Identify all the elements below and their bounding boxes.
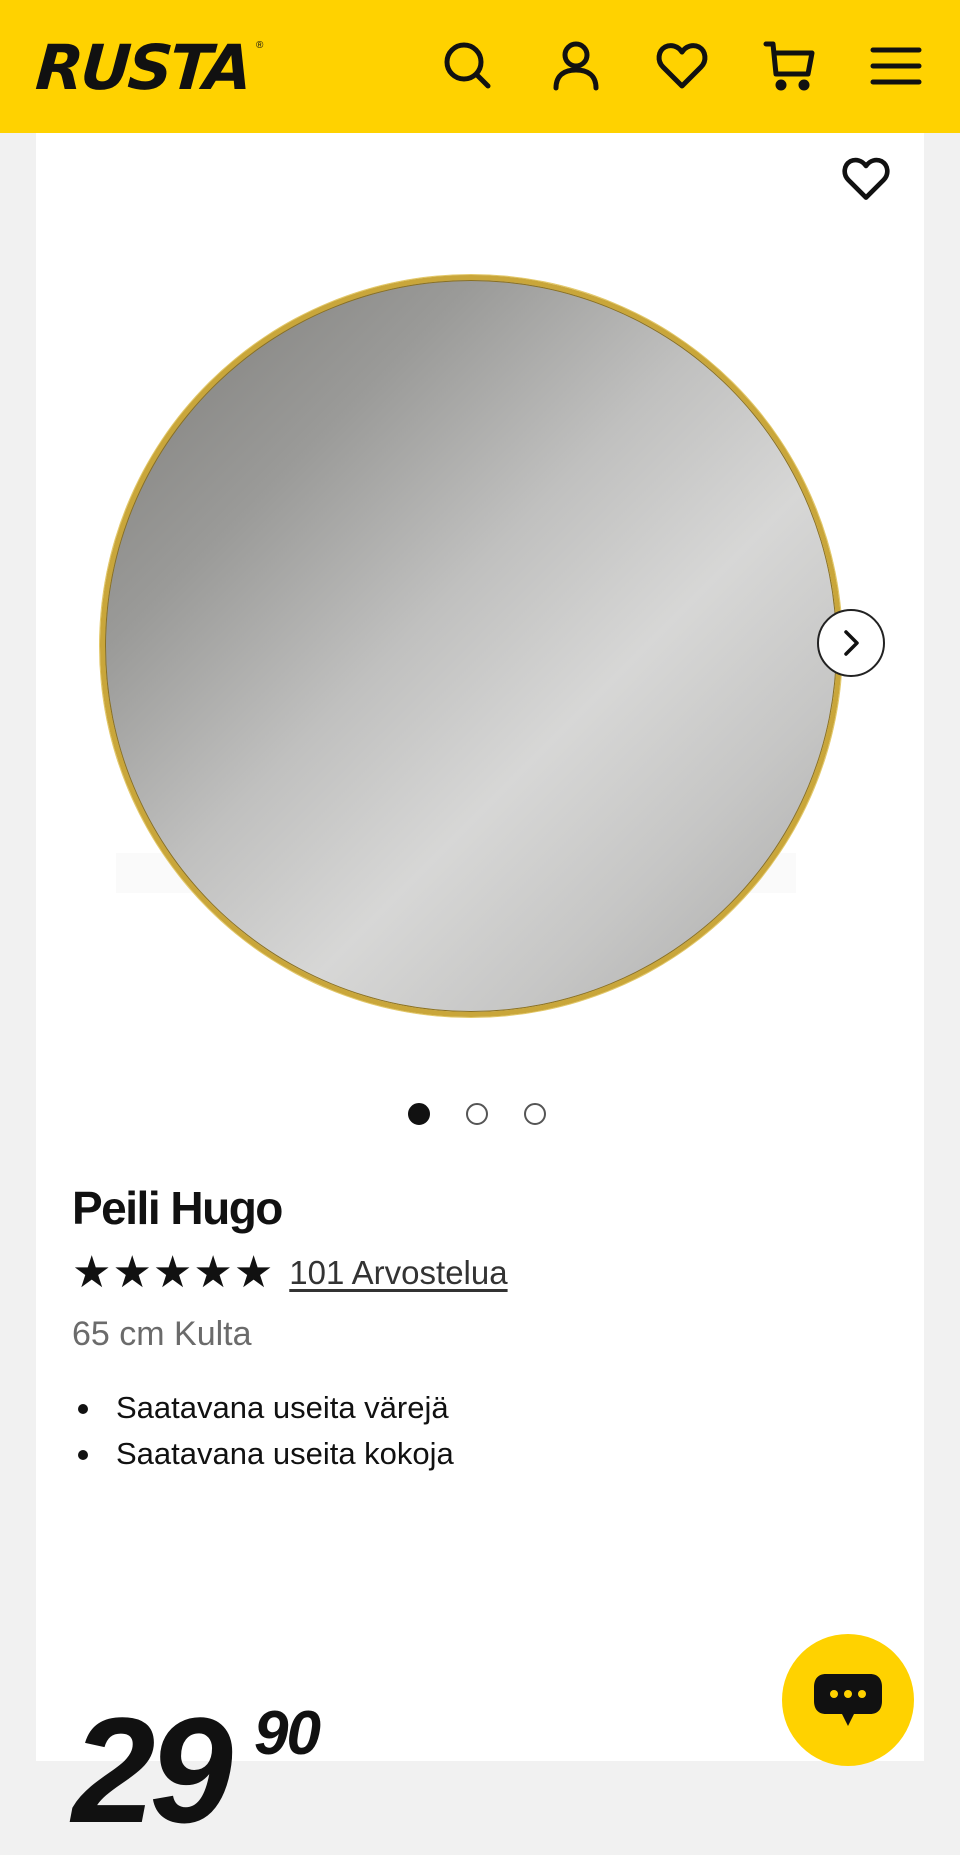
gallery-next-button[interactable]: [817, 609, 885, 677]
site-header: RUSTA ®: [0, 0, 960, 133]
product-variant: 65 cm Kulta: [72, 1315, 252, 1353]
price-decimal: 90: [254, 1699, 321, 1768]
chat-icon: [814, 1674, 882, 1726]
product-features: Saatavana useita värejä Saatavana useita…: [72, 1385, 454, 1477]
star-icon: ★: [193, 1248, 233, 1297]
cart-icon[interactable]: [760, 36, 820, 96]
rusta-logo[interactable]: RUSTA: [33, 28, 252, 108]
product-title: Peili Hugo: [72, 1182, 283, 1234]
menu-icon[interactable]: [866, 36, 926, 96]
heart-icon: [842, 157, 890, 200]
price-integer: 29: [72, 1686, 233, 1854]
feature-item: Saatavana useita kokoja: [72, 1431, 454, 1477]
feature-item: Saatavana useita värejä: [72, 1385, 454, 1431]
wishlist-heart-icon[interactable]: [652, 36, 712, 96]
registered-mark: ®: [256, 40, 264, 51]
star-icon: ★: [112, 1248, 152, 1297]
chevron-right-icon: [844, 630, 859, 656]
product-card: Peili Hugo ★ ★ ★ ★ ★ 101 Arvostelua 65 c…: [36, 133, 924, 1845]
star-icon: ★: [152, 1248, 193, 1297]
add-to-favorites-button[interactable]: [834, 147, 898, 211]
gallery-dot-1[interactable]: [408, 1103, 430, 1125]
user-icon[interactable]: [546, 36, 606, 96]
rating-stars: ★ ★ ★ ★ ★: [72, 1251, 273, 1295]
reviews-link[interactable]: 101 Arvostelua: [289, 1254, 507, 1292]
product-image[interactable]: [100, 275, 842, 1017]
search-icon[interactable]: [438, 36, 498, 96]
product-rating: ★ ★ ★ ★ ★ 101 Arvostelua: [72, 1251, 508, 1295]
gallery-dot-2[interactable]: [466, 1103, 488, 1125]
chat-button[interactable]: [782, 1634, 914, 1766]
star-icon: ★: [233, 1248, 274, 1297]
gallery-pagination: [408, 1103, 546, 1125]
star-icon: ★: [72, 1248, 112, 1297]
gallery-dot-3[interactable]: [524, 1103, 546, 1125]
